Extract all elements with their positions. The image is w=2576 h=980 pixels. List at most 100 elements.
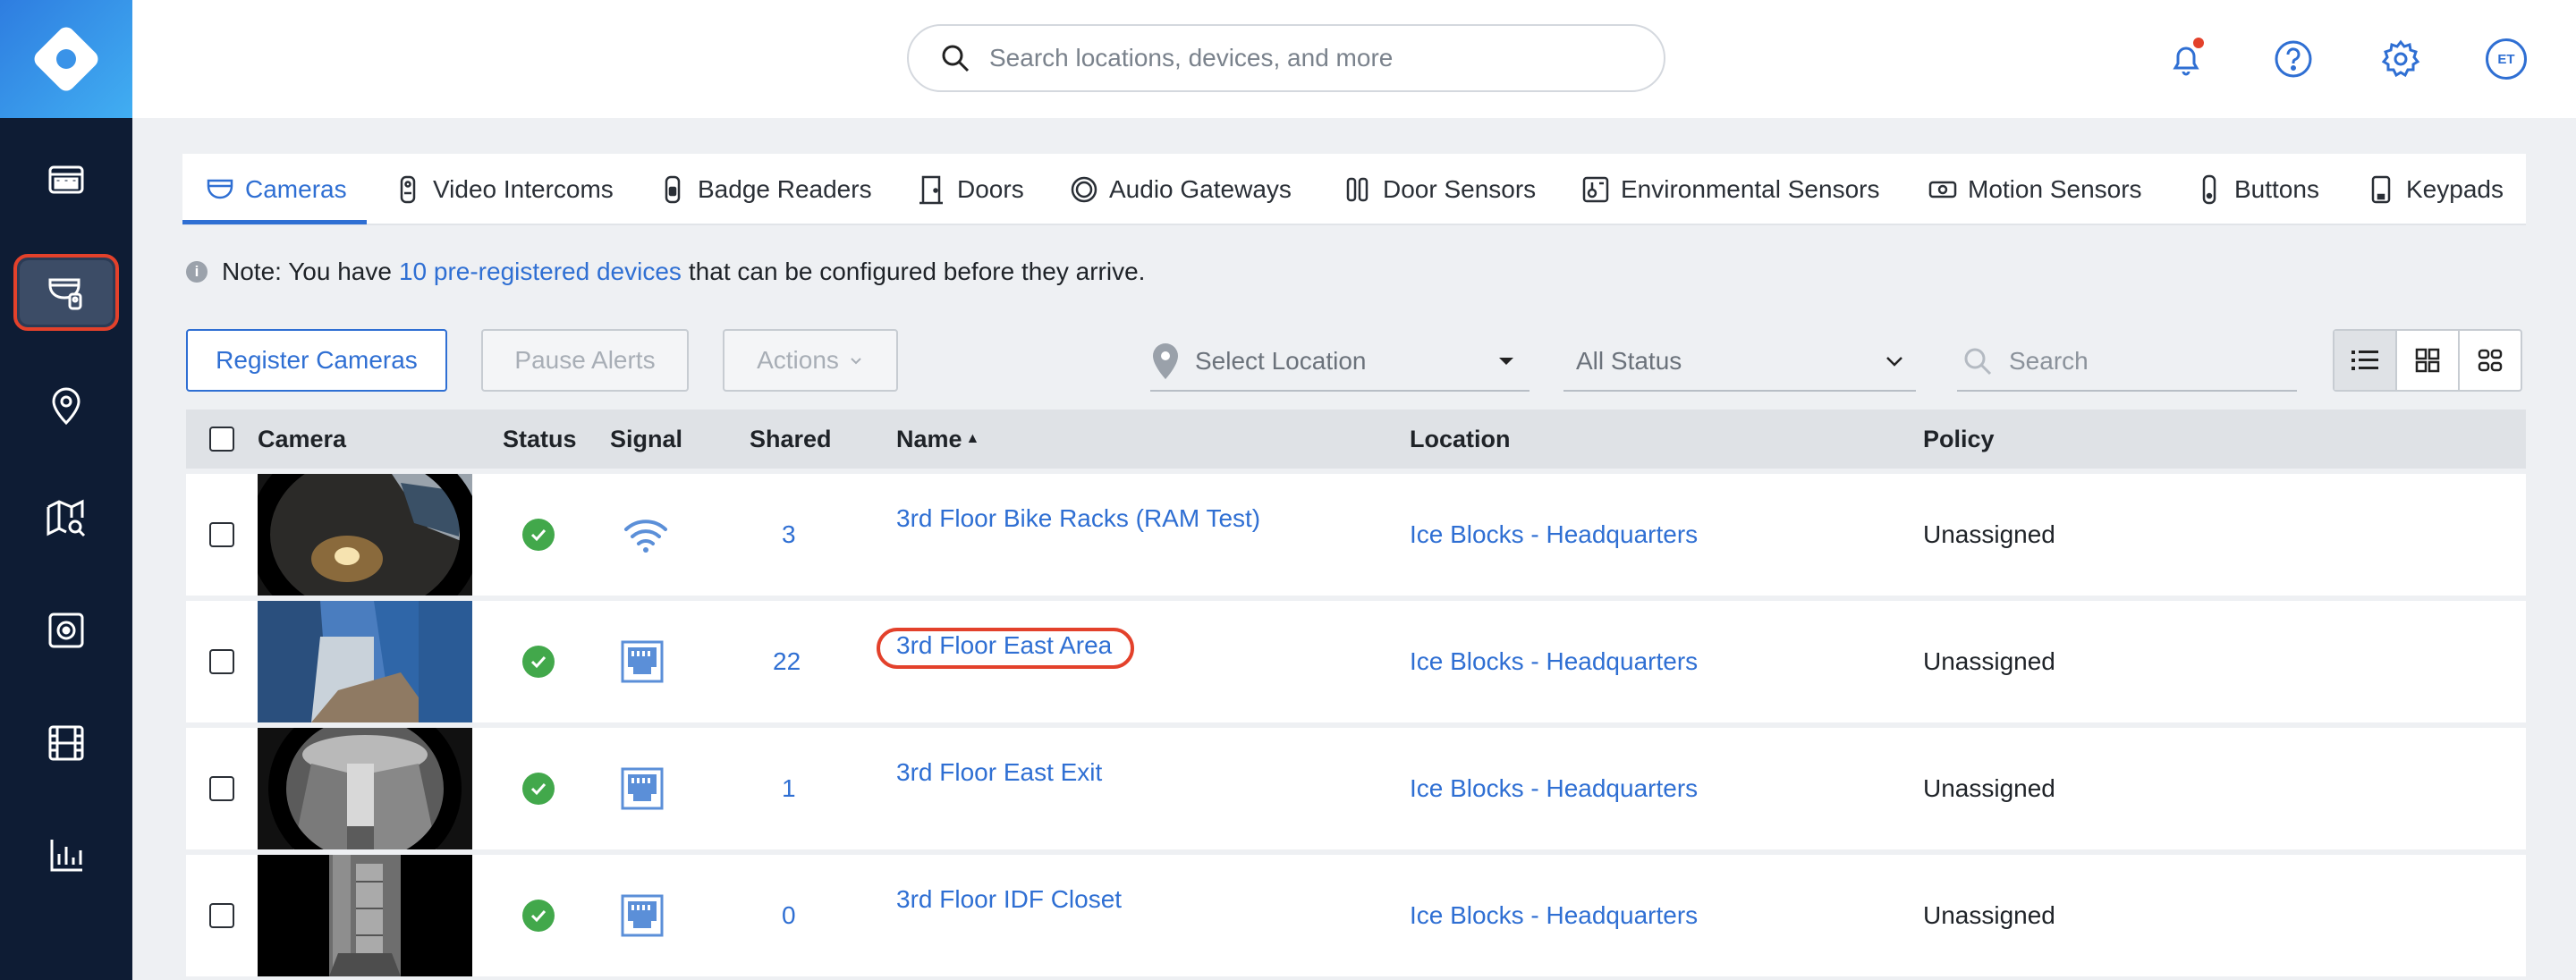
column-camera[interactable]: Camera bbox=[258, 410, 346, 469]
list-icon bbox=[2351, 351, 2378, 370]
sidebar-item-dashboard[interactable] bbox=[0, 131, 132, 229]
chevron-down-icon bbox=[851, 358, 861, 365]
tab-keypads[interactable]: Keypads bbox=[2367, 154, 2504, 225]
note-prefix: Note: You have bbox=[222, 258, 392, 285]
camera-name-link[interactable]: 3rd Floor IDF Closet bbox=[896, 839, 1122, 960]
pause-alerts-button[interactable]: Pause Alerts bbox=[481, 329, 689, 392]
gear-icon bbox=[2381, 39, 2420, 78]
location-link[interactable]: Ice Blocks - Headquarters bbox=[1410, 728, 1698, 849]
shared-count[interactable]: 0 bbox=[782, 855, 796, 976]
tab-label: Cameras bbox=[245, 175, 347, 203]
bar-chart-icon bbox=[50, 840, 82, 872]
camera-thumbnail[interactable] bbox=[258, 855, 472, 976]
shared-count[interactable]: 22 bbox=[773, 601, 801, 722]
location-link[interactable]: Ice Blocks - Headquarters bbox=[1410, 474, 1698, 596]
active-tab-indicator bbox=[182, 220, 367, 224]
top-header: ET bbox=[132, 0, 2576, 118]
tab-buttons[interactable]: Buttons bbox=[2195, 154, 2319, 225]
search-icon bbox=[942, 45, 970, 72]
select-all-checkbox[interactable] bbox=[209, 427, 234, 452]
column-name-label: Name bbox=[896, 425, 962, 452]
intercom-icon bbox=[400, 175, 416, 204]
tab-label: Motion Sensors bbox=[1968, 175, 2142, 203]
table-row[interactable]: 3 3rd Floor Bike Racks (RAM Test) Ice Bl… bbox=[186, 474, 2526, 596]
location-link[interactable]: Ice Blocks - Headquarters bbox=[1410, 601, 1698, 722]
policy-value: Unassigned bbox=[1923, 520, 2055, 548]
row-checkbox[interactable] bbox=[209, 649, 234, 674]
help-button[interactable] bbox=[2267, 32, 2320, 86]
table-row[interactable]: 1 3rd Floor East Exit Ice Blocks - Headq… bbox=[186, 728, 2526, 849]
device-tabs: Cameras Video Intercoms Badge Readers Do… bbox=[182, 154, 2526, 225]
camera-thumbnail[interactable] bbox=[258, 728, 472, 849]
status-select[interactable]: All Status bbox=[1563, 333, 1916, 392]
table-search-placeholder: Search bbox=[2009, 347, 2089, 375]
sidebar-item-locations[interactable] bbox=[0, 356, 132, 454]
sidebar-item-archive[interactable] bbox=[0, 694, 132, 792]
map-search-icon bbox=[47, 499, 86, 537]
app-logo[interactable] bbox=[0, 0, 132, 118]
column-signal[interactable]: Signal bbox=[610, 410, 682, 469]
shared-count[interactable]: 1 bbox=[782, 728, 796, 849]
column-policy[interactable]: Policy bbox=[1923, 410, 1995, 469]
keypad-icon bbox=[2371, 175, 2391, 204]
environmental-sensor-icon bbox=[1582, 176, 1609, 203]
caret-down-icon bbox=[1499, 358, 1513, 365]
tab-door-sensors[interactable]: Door Sensors bbox=[1343, 154, 1536, 225]
column-location[interactable]: Location bbox=[1410, 410, 1511, 469]
tab-video-intercoms[interactable]: Video Intercoms bbox=[394, 154, 614, 225]
tab-environmental-sensors[interactable]: Environmental Sensors bbox=[1581, 154, 1879, 225]
tab-label: Doors bbox=[957, 175, 1024, 203]
column-shared[interactable]: Shared bbox=[750, 410, 832, 469]
chevron-down-icon bbox=[1886, 357, 1902, 367]
camera-thumbnail[interactable] bbox=[258, 474, 472, 596]
shared-count[interactable]: 3 bbox=[782, 474, 796, 596]
sidebar-item-maps[interactable] bbox=[0, 469, 132, 567]
tab-audio-gateways[interactable]: Audio Gateways bbox=[1070, 154, 1292, 225]
location-link[interactable]: Ice Blocks - Headquarters bbox=[1410, 855, 1698, 976]
status-online-icon bbox=[522, 773, 555, 805]
motion-sensor-icon bbox=[1928, 181, 1957, 199]
row-checkbox[interactable] bbox=[209, 903, 234, 928]
actions-button[interactable]: Actions bbox=[723, 329, 898, 392]
grid-view-button[interactable] bbox=[2397, 331, 2460, 390]
notification-dot bbox=[2193, 38, 2204, 48]
location-select[interactable]: Select Location bbox=[1150, 333, 1530, 392]
sidebar-item-devices[interactable] bbox=[0, 243, 132, 342]
column-status[interactable]: Status bbox=[503, 410, 577, 469]
tab-label: Environmental Sensors bbox=[1621, 175, 1880, 203]
sidebar-item-analytics[interactable] bbox=[0, 807, 132, 905]
register-cameras-button[interactable]: Register Cameras bbox=[186, 329, 447, 392]
notifications-button[interactable] bbox=[2159, 32, 2213, 86]
settings-button[interactable] bbox=[2374, 32, 2428, 86]
camera-name-link[interactable]: 3rd Floor Bike Racks (RAM Test) bbox=[896, 458, 1260, 579]
tile-view-button[interactable] bbox=[2460, 331, 2521, 390]
note-suffix: that can be configured before they arriv… bbox=[688, 258, 1146, 285]
camera-thumbnail[interactable] bbox=[258, 601, 472, 722]
user-menu-button[interactable]: ET bbox=[2479, 32, 2533, 86]
actions-label: Actions bbox=[757, 346, 839, 374]
list-view-button[interactable] bbox=[2334, 331, 2397, 390]
pre-registered-link[interactable]: 10 pre-registered devices bbox=[399, 258, 682, 286]
tab-badge-readers[interactable]: Badge Readers bbox=[658, 154, 872, 225]
tab-label: Buttons bbox=[2234, 175, 2319, 203]
global-search-input[interactable] bbox=[989, 44, 1615, 72]
location-pin-icon bbox=[1153, 343, 1178, 379]
row-checkbox[interactable] bbox=[209, 776, 234, 801]
location-select-value: Select Location bbox=[1195, 347, 1367, 375]
film-icon bbox=[48, 725, 84, 761]
camera-icon bbox=[207, 179, 233, 199]
tab-motion-sensors[interactable]: Motion Sensors bbox=[1928, 154, 2142, 225]
row-checkbox[interactable] bbox=[209, 522, 234, 547]
view-toggle bbox=[2333, 329, 2522, 392]
door-icon bbox=[919, 175, 943, 205]
tab-cameras[interactable]: Cameras bbox=[206, 154, 347, 225]
camera-name-link[interactable]: 3rd Floor East Exit bbox=[896, 712, 1102, 833]
table-search[interactable]: Search bbox=[1957, 333, 2297, 392]
table-row[interactable]: 22 3rd Floor East Area Ice Blocks - Head… bbox=[186, 601, 2526, 722]
table-row[interactable]: 0 3rd Floor IDF Closet Ice Blocks - Head… bbox=[186, 855, 2526, 976]
status-online-icon bbox=[522, 900, 555, 932]
sidebar-item-vault[interactable] bbox=[0, 581, 132, 680]
global-search[interactable] bbox=[907, 24, 1665, 92]
badge-reader-icon bbox=[665, 175, 681, 204]
tab-doors[interactable]: Doors bbox=[918, 154, 1024, 225]
